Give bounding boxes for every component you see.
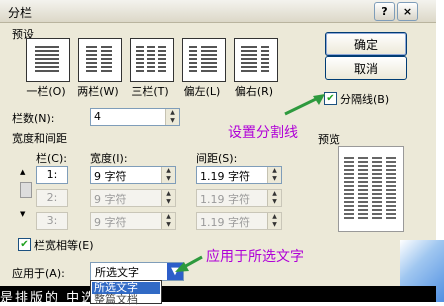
- apply-to-arrow: [175, 255, 203, 272]
- separator-arrow: [284, 94, 325, 116]
- annotation-arrows: [175, 94, 325, 272]
